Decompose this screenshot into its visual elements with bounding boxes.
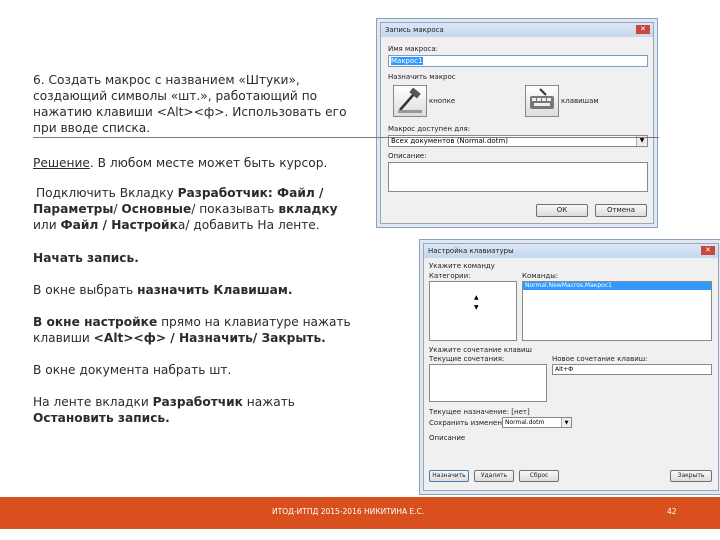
step-6-text: 6. Создать макрос с названием «Штуки», с… [33,73,347,135]
assign-to-button[interactable] [393,85,427,117]
new-shortcut-label: Новое сочетание клавиш: [552,355,648,363]
scroll-up-icon[interactable]: ▲ [474,294,479,301]
commands-list[interactable]: Normal.NewMacros.Макрос1 [522,281,712,341]
ok-button[interactable]: ОК [536,204,588,217]
assign-macro-label: Назначить макрос [388,73,456,81]
macro-name-label: Имя макроса: [388,45,438,53]
record-macro-dialog: Запись макроса ✕ Имя макроса: Макрос1 Наз… [380,22,654,224]
divider-line-right [373,137,659,138]
solution-text: Решение. В любом месте может быть курсор… [33,156,328,170]
command-list-item[interactable]: Normal.NewMacros.Макрос1 [523,282,711,290]
reset-all-button[interactable]: Сброс [519,470,559,482]
customize-keyboard-dialog: Настройка клавиатуры ✕ Укажите команду Ка… [423,243,719,491]
save-changes-select[interactable]: Normal.dotm ▼ [502,417,572,428]
keyboard-icon [530,88,554,109]
start-recording-text: Начать запись. [33,251,139,265]
macro-name-input[interactable]: Макрос1 [388,55,648,67]
divider-line [33,137,373,138]
currently-assigned-label: Текущее назначение: [нет] [429,408,530,416]
specify-command-label: Укажите команду [429,262,495,270]
remove-button[interactable]: Удалить [474,470,514,482]
description-label: Описание [429,434,466,442]
dialog-title-bar: Запись макроса ✕ [381,23,653,37]
assign-to-keyboard-label: клавишам [561,97,599,105]
description-label: Описание: [388,152,427,160]
page-number: 42 [667,507,677,516]
press-keys-text: В окне настройке прямо на клавиатуре наж… [33,315,351,345]
close-icon[interactable]: ✕ [636,25,650,34]
close-button[interactable]: Закрыть [670,470,712,482]
chevron-down-icon: ▼ [561,418,571,427]
assign-to-keyboard-button[interactable] [525,85,559,117]
stop-recording-text: На ленте вкладки Разработчик нажать Оста… [33,395,295,425]
assign-button[interactable]: Назначить [429,470,469,482]
assign-keys-text: В окне выбрать назначить Клавишам. [33,283,293,297]
new-shortcut-input[interactable]: Alt+Ф [552,364,712,375]
scroll-down-icon[interactable]: ▼ [474,304,479,311]
commands-label: Команды: [522,272,559,280]
current-keys-label: Текущие сочетания: [429,355,505,363]
assign-to-button-label: кнопке [429,97,456,105]
enable-developer-tab-text: Подключить Вкладку Разработчик: Файл / П… [33,186,338,232]
dialog-title-bar: Настройка клавиатуры ✕ [424,244,718,258]
footer-text: ИТОД-ИТПД 2015-2016 НИКИТИНА Е.С. [272,507,425,516]
cancel-button[interactable]: Отмена [595,204,647,217]
categories-list[interactable]: ▲ ▼ [429,281,517,341]
footer-bar: ИТОД-ИТПД 2015-2016 НИКИТИНА Е.С. 42 [0,497,720,529]
close-icon[interactable]: ✕ [701,246,715,255]
description-textarea[interactable] [388,162,648,192]
specify-keys-label: Укажите сочетание клавиш [429,346,532,354]
current-keys-list[interactable] [429,364,547,402]
categories-label: Категории: [429,272,471,280]
type-text-instruction: В окне документа набрать шт. [33,363,232,377]
store-macro-label: Макрос доступен для: [388,125,471,133]
button-hammer-icon [398,87,422,113]
